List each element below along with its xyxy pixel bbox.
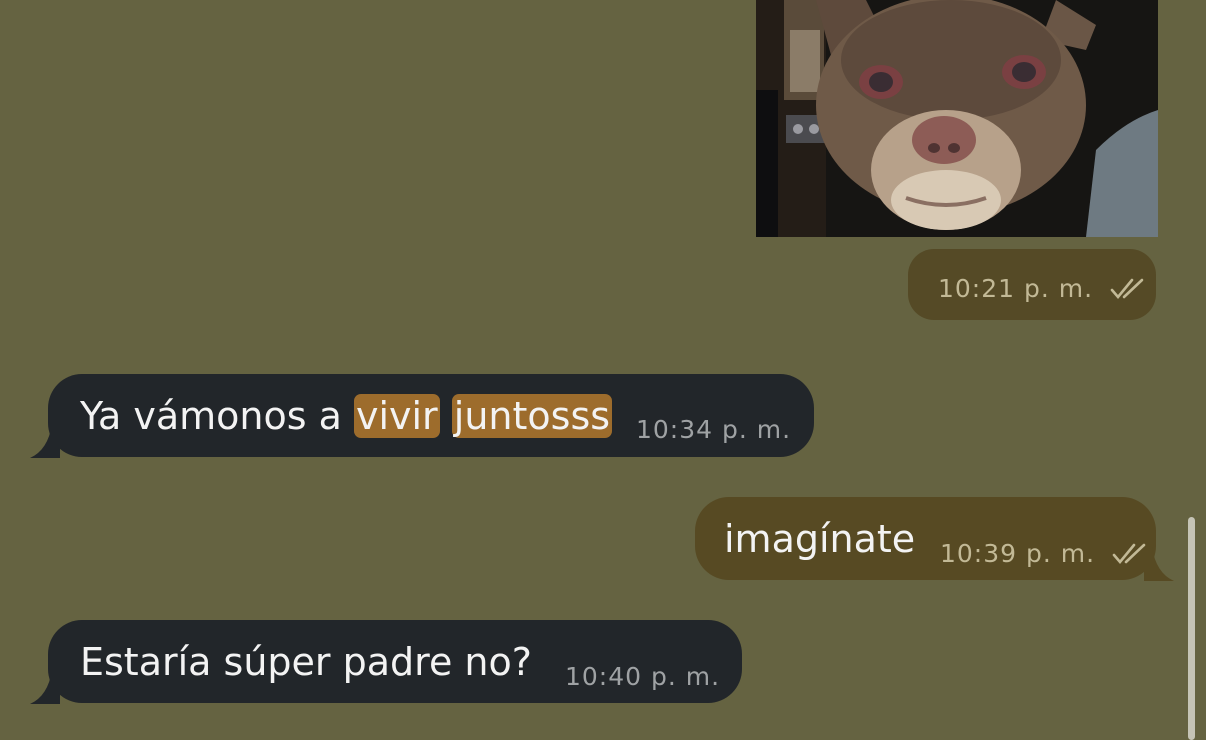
photo-meta: 10:21 p. m. (938, 274, 1146, 303)
message-meta: 10:34 p. m. (636, 415, 791, 444)
photo-message[interactable] (756, 0, 1158, 237)
bubble-tail (1144, 537, 1174, 581)
dog-photo-image (756, 0, 1158, 237)
message-incoming[interactable]: Ya vámonos a vivir juntosss 10:34 p. m. (30, 374, 814, 458)
scrollbar[interactable] (1188, 517, 1195, 740)
text-part (440, 394, 452, 438)
message-meta: 10:40 p. m. (565, 662, 720, 691)
message-incoming[interactable]: Estaría súper padre no? 10:40 p. m. (30, 620, 742, 704)
double-check-icon (1112, 543, 1146, 565)
photo-time-suffix: p. m. (1024, 274, 1094, 303)
message-text: Estaría súper padre no? (80, 640, 532, 684)
photo-timestamp-bubble: 10:21 p. m. (908, 249, 1156, 320)
photo-time: 10:21 (938, 274, 1016, 303)
message-text: Ya vámonos a vivir juntosss (80, 393, 613, 439)
message-text: imagínate (724, 517, 916, 561)
double-check-icon (1110, 278, 1144, 300)
bubble-tail (30, 414, 60, 458)
message-meta: 10:39 p. m. (940, 539, 1148, 568)
chat-area[interactable]: 10:21 p. m. Ya vámonos a vivir juntosss … (0, 0, 1206, 740)
search-highlight: juntosss (451, 394, 613, 438)
message-time-suffix: p. m. (651, 662, 721, 691)
message-time: 10:34 (636, 415, 714, 444)
message-time: 10:40 (565, 662, 643, 691)
text-part: Ya vámonos a (80, 394, 354, 438)
message-time-suffix: p. m. (1026, 539, 1096, 568)
message-time: 10:39 (940, 539, 1018, 568)
search-highlight: vivir (353, 394, 440, 438)
message-outgoing[interactable]: imagínate 10:39 p. m. (695, 497, 1174, 581)
message-time-suffix: p. m. (722, 415, 792, 444)
bubble-tail (30, 660, 60, 704)
